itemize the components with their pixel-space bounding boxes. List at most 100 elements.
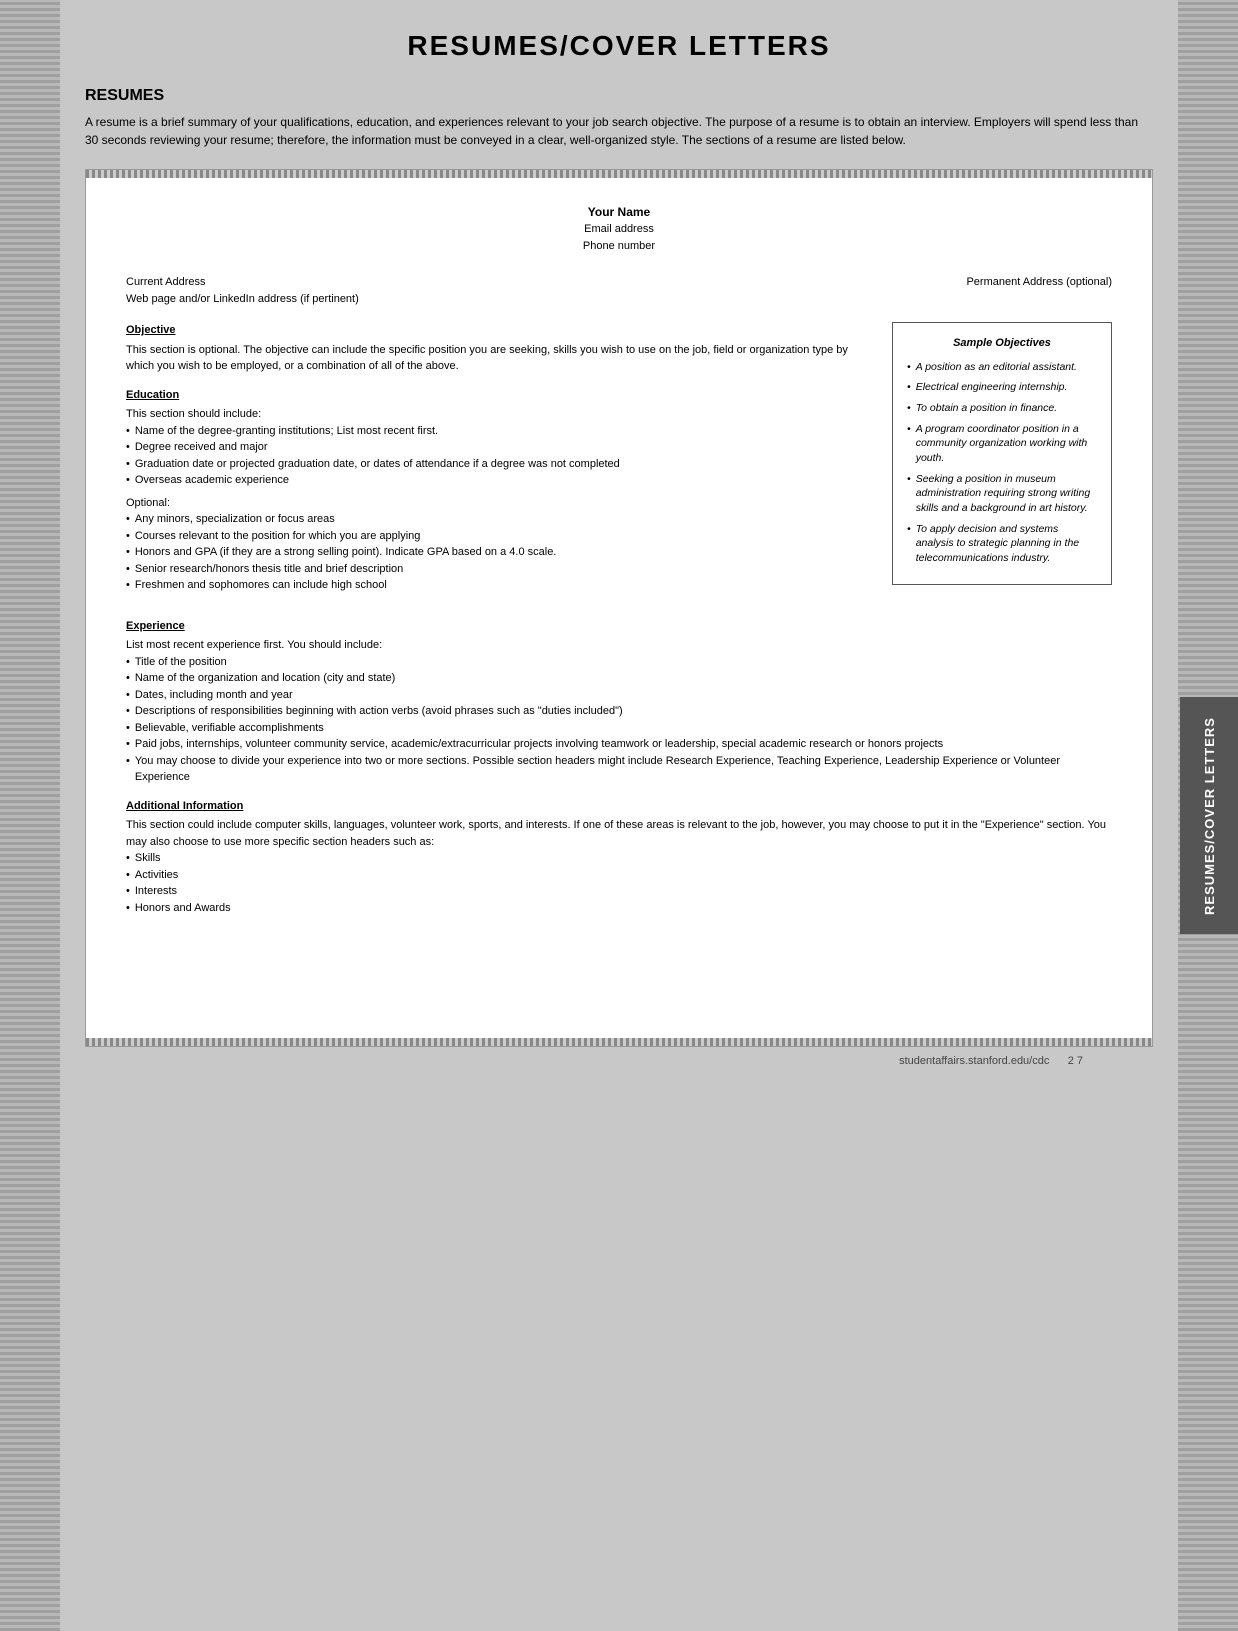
education-required-bullets: • Name of the degree-granting institutio… (126, 423, 877, 489)
edu-opt-bullet-2: • Courses relevant to the position for w… (126, 528, 877, 545)
email-address: Email address (126, 221, 1112, 238)
education-title: Education (126, 387, 877, 404)
sample-objectives-col: Sample Objectives • A position as an edi… (892, 322, 1112, 606)
add-bullet-1: • Skills (126, 850, 1112, 867)
add-bullet-3-text: Interests (135, 883, 177, 900)
exp-bullet-5-text: Believable, verifiable accomplishments (135, 720, 324, 737)
edu-bullet-2-text: Degree received and major (135, 439, 268, 456)
exp-bullet-4-text: Descriptions of responsibilities beginni… (135, 703, 623, 720)
experience-section: Experience List most recent experience f… (126, 618, 1112, 786)
bullet-char: • (126, 439, 130, 456)
edu-bullet-4: • Overseas academic experience (126, 472, 877, 489)
edu-bullet-3-text: Graduation date or projected graduation … (135, 456, 620, 473)
add-bullet-2-text: Activities (135, 867, 178, 884)
exp-bullet-5: • Believable, verifiable accomplishments (126, 720, 1112, 737)
sample-obj-2: • Electrical engineering internship. (907, 380, 1097, 395)
edu-bullet-4-text: Overseas academic experience (135, 472, 289, 489)
exp-bullet-1: • Title of the position (126, 654, 1112, 671)
education-optional-bullets: • Any minors, specialization or focus ar… (126, 511, 877, 594)
footer-url: studentaffairs.stanford.edu/cdc (899, 1055, 1049, 1067)
education-intro: This section should include: (126, 406, 877, 423)
edu-opt-bullet-5-text: Freshmen and sophomores can include high… (135, 577, 387, 594)
exp-bullet-3-text: Dates, including month and year (135, 687, 293, 704)
page-title: RESUMES/COVER LETTERS (85, 30, 1153, 62)
sample-obj-5-text: Seeking a position in museum administrat… (916, 472, 1097, 516)
doc-content: Your Name Email address Phone number Cur… (86, 178, 1152, 1038)
sample-obj-5: • Seeking a position in museum administr… (907, 472, 1097, 516)
additional-info-title: Additional Information (126, 798, 1112, 815)
additional-info-bullets: • Skills • Activities • Interests • (126, 850, 1112, 916)
sample-obj-4: • A program coordinator position in a co… (907, 422, 1097, 466)
sample-obj-2-text: Electrical engineering internship. (916, 380, 1068, 395)
sample-obj-3: • To obtain a position in finance. (907, 401, 1097, 416)
footer-page: 2 7 (1068, 1055, 1083, 1067)
exp-bullet-2: • Name of the organization and location … (126, 670, 1112, 687)
your-name: Your Name (126, 203, 1112, 221)
sample-obj-6: • To apply decision and systems analysis… (907, 522, 1097, 566)
resume-header: Your Name Email address Phone number (126, 203, 1112, 254)
bullet-char: • (126, 456, 130, 473)
web-address-label: Web page and/or LinkedIn address (if per… (126, 291, 359, 308)
objective-section: Objective This section is optional. The … (126, 322, 1112, 606)
exp-bullet-4: • Descriptions of responsibilities begin… (126, 703, 1112, 720)
objective-left: Objective This section is optional. The … (126, 322, 877, 606)
edu-opt-bullet-4: • Senior research/honors thesis title an… (126, 561, 877, 578)
bullet-char: • (126, 423, 130, 440)
add-bullet-4: • Honors and Awards (126, 900, 1112, 917)
additional-info-section: Additional Information This section coul… (126, 798, 1112, 917)
doc-bottom-border (86, 1038, 1152, 1046)
page-container: RESUMES/COVER LETTERS RESUMES/COVER LETT… (0, 0, 1238, 1631)
edu-opt-bullet-2-text: Courses relevant to the position for whi… (135, 528, 421, 545)
exp-bullet-6-text: Paid jobs, internships, volunteer commun… (135, 736, 943, 753)
edu-opt-bullet-4-text: Senior research/honors thesis title and … (135, 561, 403, 578)
intro-paragraph: A resume is a brief summary of your qual… (85, 113, 1153, 149)
document-area: Your Name Email address Phone number Cur… (85, 169, 1153, 1047)
exp-bullet-2-text: Name of the organization and location (c… (135, 670, 395, 687)
bottom-spacer (126, 928, 1112, 1008)
experience-intro: List most recent experience first. You s… (126, 637, 1112, 654)
current-address-label: Current Address (126, 274, 359, 291)
exp-bullet-7-text: You may choose to divide your experience… (135, 753, 1112, 786)
add-bullet-2: • Activities (126, 867, 1112, 884)
edu-bullet-2: • Degree received and major (126, 439, 877, 456)
bullet-char: • (126, 472, 130, 489)
permanent-address-label: Permanent Address (optional) (966, 274, 1112, 307)
phone-number: Phone number (126, 238, 1112, 255)
sample-obj-1-text: A position as an editorial assistant. (916, 360, 1077, 375)
doc-top-border (86, 170, 1152, 178)
address-row: Current Address Web page and/or LinkedIn… (126, 274, 1112, 307)
edu-opt-bullet-1: • Any minors, specialization or focus ar… (126, 511, 877, 528)
page-footer: studentaffairs.stanford.edu/cdc 2 7 (85, 1047, 1153, 1072)
edu-opt-bullet-3: • Honors and GPA (if they are a strong s… (126, 544, 877, 561)
edu-opt-bullet-1-text: Any minors, specialization or focus area… (135, 511, 335, 528)
sample-obj-6-text: To apply decision and systems analysis t… (916, 522, 1097, 566)
sample-obj-4-text: A program coordinator position in a comm… (916, 422, 1097, 466)
sample-objectives-title: Sample Objectives (907, 335, 1097, 352)
add-bullet-3: • Interests (126, 883, 1112, 900)
vertical-tab: RESUMES/COVER LETTERS (1180, 697, 1238, 935)
exp-bullet-6: • Paid jobs, internships, volunteer comm… (126, 736, 1112, 753)
exp-bullet-1-text: Title of the position (135, 654, 227, 671)
objective-title: Objective (126, 322, 877, 339)
edu-bullet-1-text: Name of the degree-granting institutions… (135, 423, 438, 440)
left-border-pattern (0, 0, 60, 1631)
vertical-tab-label: RESUMES/COVER LETTERS (1202, 717, 1217, 915)
edu-opt-bullet-3-text: Honors and GPA (if they are a strong sel… (135, 544, 557, 561)
add-bullet-4-text: Honors and Awards (135, 900, 231, 917)
sample-obj-1: • A position as an editorial assistant. (907, 360, 1097, 375)
current-address-block: Current Address Web page and/or LinkedIn… (126, 274, 359, 307)
edu-bullet-1: • Name of the degree-granting institutio… (126, 423, 877, 440)
sample-objectives-box: Sample Objectives • A position as an edi… (892, 322, 1112, 585)
edu-opt-bullet-5: • Freshmen and sophomores can include hi… (126, 577, 877, 594)
objective-text: This section is optional. The objective … (126, 342, 877, 375)
resumes-heading: RESUMES (85, 87, 1153, 105)
education-section: Education This section should include: •… (126, 387, 877, 594)
exp-bullet-3: • Dates, including month and year (126, 687, 1112, 704)
edu-bullet-3: • Graduation date or projected graduatio… (126, 456, 877, 473)
add-bullet-1-text: Skills (135, 850, 161, 867)
sample-obj-3-text: To obtain a position in finance. (916, 401, 1057, 416)
optional-label: Optional: (126, 495, 877, 512)
experience-bullets: • Title of the position • Name of the or… (126, 654, 1112, 786)
main-content: RESUMES/COVER LETTERS RESUMES A resume i… (65, 0, 1173, 1112)
exp-bullet-7: • You may choose to divide your experien… (126, 753, 1112, 786)
